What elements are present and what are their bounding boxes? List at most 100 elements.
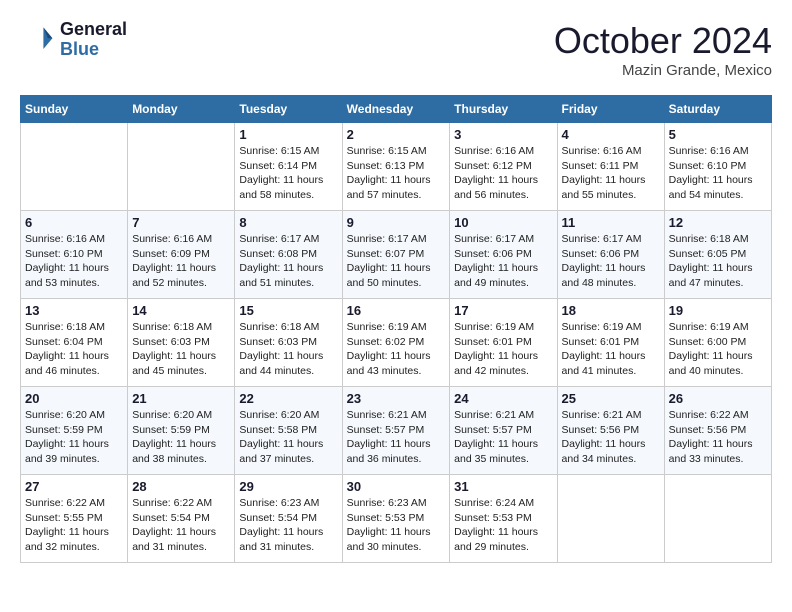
col-header-friday: Friday [557, 96, 664, 123]
day-info: Sunrise: 6:19 AMSunset: 6:00 PMDaylight:… [669, 320, 767, 379]
day-info: Sunrise: 6:17 AMSunset: 6:07 PMDaylight:… [347, 232, 446, 291]
day-number: 19 [669, 303, 767, 318]
day-number: 13 [25, 303, 123, 318]
logo-text: General Blue [60, 20, 127, 60]
day-number: 31 [454, 479, 552, 494]
day-info: Sunrise: 6:17 AMSunset: 6:06 PMDaylight:… [562, 232, 660, 291]
day-number: 6 [25, 215, 123, 230]
calendar-week-row: 1 Sunrise: 6:15 AMSunset: 6:14 PMDaylight… [21, 123, 772, 211]
calendar-cell: 15 Sunrise: 6:18 AMSunset: 6:03 PMDayligh… [235, 299, 342, 387]
day-number: 9 [347, 215, 446, 230]
calendar-cell: 28 Sunrise: 6:22 AMSunset: 5:54 PMDayligh… [128, 475, 235, 563]
day-number: 7 [132, 215, 230, 230]
day-info: Sunrise: 6:19 AMSunset: 6:01 PMDaylight:… [454, 320, 552, 379]
logo: General Blue [20, 20, 127, 60]
day-info: Sunrise: 6:18 AMSunset: 6:04 PMDaylight:… [25, 320, 123, 379]
logo-icon [20, 22, 56, 58]
calendar-cell: 2 Sunrise: 6:15 AMSunset: 6:13 PMDaylight… [342, 123, 450, 211]
col-header-saturday: Saturday [664, 96, 771, 123]
calendar-cell: 12 Sunrise: 6:18 AMSunset: 6:05 PMDayligh… [664, 211, 771, 299]
day-info: Sunrise: 6:18 AMSunset: 6:03 PMDaylight:… [132, 320, 230, 379]
calendar-cell: 17Sunrise: 6:19 AMSunset: 6:01 PMDayligh… [450, 299, 557, 387]
calendar-cell: 7 Sunrise: 6:16 AMSunset: 6:09 PMDaylight… [128, 211, 235, 299]
day-number: 25 [562, 391, 660, 406]
day-number: 4 [562, 127, 660, 142]
calendar-cell: 13 Sunrise: 6:18 AMSunset: 6:04 PMDayligh… [21, 299, 128, 387]
calendar-cell: 29Sunrise: 6:23 AMSunset: 5:54 PMDayligh… [235, 475, 342, 563]
day-number: 20 [25, 391, 123, 406]
day-number: 24 [454, 391, 552, 406]
day-number: 10 [454, 215, 552, 230]
calendar-week-row: 20 Sunrise: 6:20 AMSunset: 5:59 PMDayligh… [21, 387, 772, 475]
day-info: Sunrise: 6:15 AMSunset: 6:14 PMDaylight:… [239, 144, 337, 203]
day-info: Sunrise: 6:22 AMSunset: 5:56 PMDaylight:… [669, 408, 767, 467]
day-info: Sunrise: 6:18 AMSunset: 6:03 PMDaylight:… [239, 320, 337, 379]
day-number: 8 [239, 215, 337, 230]
day-info: Sunrise: 6:23 AMSunset: 5:54 PMDaylight:… [239, 496, 337, 555]
day-info: Sunrise: 6:19 AMSunset: 6:01 PMDaylight:… [562, 320, 660, 379]
day-info: Sunrise: 6:19 AMSunset: 6:02 PMDaylight:… [347, 320, 446, 379]
calendar-cell: 31Sunrise: 6:24 AMSunset: 5:53 PMDayligh… [450, 475, 557, 563]
col-header-thursday: Thursday [450, 96, 557, 123]
day-info: Sunrise: 6:16 AMSunset: 6:10 PMDaylight:… [25, 232, 123, 291]
location-subtitle: Mazin Grande, Mexico [554, 62, 772, 79]
calendar-cell: 16Sunrise: 6:19 AMSunset: 6:02 PMDayligh… [342, 299, 450, 387]
day-number: 11 [562, 215, 660, 230]
day-info: Sunrise: 6:21 AMSunset: 5:57 PMDaylight:… [454, 408, 552, 467]
day-number: 3 [454, 127, 552, 142]
day-number: 22 [239, 391, 337, 406]
day-info: Sunrise: 6:16 AMSunset: 6:12 PMDaylight:… [454, 144, 552, 203]
month-title: October 2024 [554, 20, 772, 62]
calendar-cell: 22 Sunrise: 6:20 AMSunset: 5:58 PMDayligh… [235, 387, 342, 475]
calendar-cell [21, 123, 128, 211]
day-info: Sunrise: 6:15 AMSunset: 6:13 PMDaylight:… [347, 144, 446, 203]
day-number: 27 [25, 479, 123, 494]
day-info: Sunrise: 6:18 AMSunset: 6:05 PMDaylight:… [669, 232, 767, 291]
calendar-cell: 8 Sunrise: 6:17 AMSunset: 6:08 PMDaylight… [235, 211, 342, 299]
calendar-cell: 30 Sunrise: 6:23 AMSunset: 5:53 PMDayligh… [342, 475, 450, 563]
calendar-cell: 6 Sunrise: 6:16 AMSunset: 6:10 PMDaylight… [21, 211, 128, 299]
calendar-cell: 5Sunrise: 6:16 AMSunset: 6:10 PMDaylight… [664, 123, 771, 211]
calendar-week-row: 13 Sunrise: 6:18 AMSunset: 6:04 PMDayligh… [21, 299, 772, 387]
calendar-cell: 21Sunrise: 6:20 AMSunset: 5:59 PMDayligh… [128, 387, 235, 475]
day-number: 2 [347, 127, 446, 142]
day-info: Sunrise: 6:22 AMSunset: 5:54 PMDaylight:… [132, 496, 230, 555]
day-info: Sunrise: 6:23 AMSunset: 5:53 PMDaylight:… [347, 496, 446, 555]
day-info: Sunrise: 6:16 AMSunset: 6:09 PMDaylight:… [132, 232, 230, 291]
calendar-cell: 24 Sunrise: 6:21 AMSunset: 5:57 PMDayligh… [450, 387, 557, 475]
day-info: Sunrise: 6:21 AMSunset: 5:57 PMDaylight:… [347, 408, 446, 467]
day-number: 28 [132, 479, 230, 494]
day-number: 23 [347, 391, 446, 406]
calendar-cell: 4Sunrise: 6:16 AMSunset: 6:11 PMDaylight… [557, 123, 664, 211]
col-header-monday: Monday [128, 96, 235, 123]
calendar-cell [664, 475, 771, 563]
calendar-cell: 25 Sunrise: 6:21 AMSunset: 5:56 PMDayligh… [557, 387, 664, 475]
calendar-cell: 14Sunrise: 6:18 AMSunset: 6:03 PMDayligh… [128, 299, 235, 387]
day-number: 30 [347, 479, 446, 494]
day-number: 5 [669, 127, 767, 142]
day-number: 12 [669, 215, 767, 230]
day-number: 15 [239, 303, 337, 318]
calendar-cell: 11 Sunrise: 6:17 AMSunset: 6:06 PMDayligh… [557, 211, 664, 299]
day-info: Sunrise: 6:17 AMSunset: 6:08 PMDaylight:… [239, 232, 337, 291]
calendar-cell: 9 Sunrise: 6:17 AMSunset: 6:07 PMDaylight… [342, 211, 450, 299]
page-header: General Blue October 2024 Mazin Grande, … [20, 20, 772, 79]
day-info: Sunrise: 6:20 AMSunset: 5:58 PMDaylight:… [239, 408, 337, 467]
calendar-table: SundayMondayTuesdayWednesdayThursdayFrid… [20, 95, 772, 563]
col-header-sunday: Sunday [21, 96, 128, 123]
calendar-cell: 20 Sunrise: 6:20 AMSunset: 5:59 PMDayligh… [21, 387, 128, 475]
day-info: Sunrise: 6:20 AMSunset: 5:59 PMDaylight:… [25, 408, 123, 467]
day-number: 26 [669, 391, 767, 406]
calendar-cell: 27 Sunrise: 6:22 AMSunset: 5:55 PMDayligh… [21, 475, 128, 563]
day-info: Sunrise: 6:22 AMSunset: 5:55 PMDaylight:… [25, 496, 123, 555]
col-header-tuesday: Tuesday [235, 96, 342, 123]
calendar-cell: 3 Sunrise: 6:16 AMSunset: 6:12 PMDaylight… [450, 123, 557, 211]
calendar-week-row: 27 Sunrise: 6:22 AMSunset: 5:55 PMDayligh… [21, 475, 772, 563]
calendar-header-row: SundayMondayTuesdayWednesdayThursdayFrid… [21, 96, 772, 123]
day-number: 1 [239, 127, 337, 142]
calendar-cell: 23 Sunrise: 6:21 AMSunset: 5:57 PMDayligh… [342, 387, 450, 475]
day-info: Sunrise: 6:21 AMSunset: 5:56 PMDaylight:… [562, 408, 660, 467]
day-info: Sunrise: 6:17 AMSunset: 6:06 PMDaylight:… [454, 232, 552, 291]
calendar-cell: 26 Sunrise: 6:22 AMSunset: 5:56 PMDayligh… [664, 387, 771, 475]
calendar-cell: 10 Sunrise: 6:17 AMSunset: 6:06 PMDayligh… [450, 211, 557, 299]
